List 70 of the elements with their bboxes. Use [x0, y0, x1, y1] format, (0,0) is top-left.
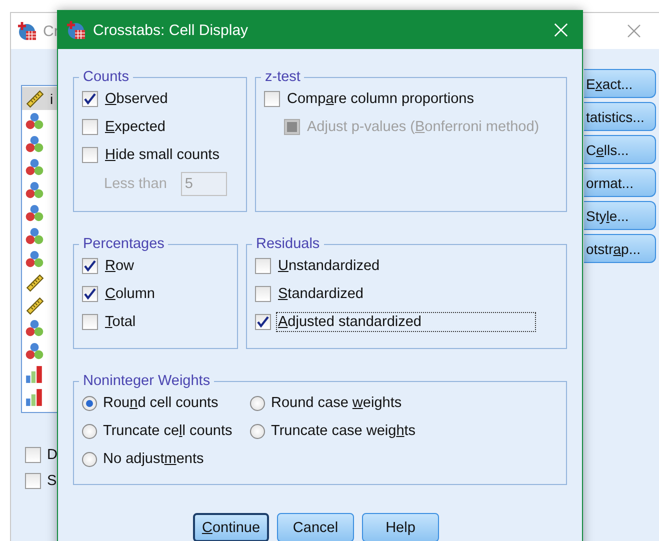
bar-chart-icon: [25, 388, 44, 407]
circles-icon: [25, 181, 44, 200]
circles-icon: [25, 227, 44, 246]
radio-button[interactable]: [250, 424, 265, 438]
radio-label: Truncate cell counts: [103, 423, 232, 439]
radio-button[interactable]: [82, 396, 97, 410]
crosstabs-icon: [66, 20, 86, 40]
continue-button[interactable]: Continue: [193, 513, 269, 541]
ruler-icon: [25, 89, 44, 108]
checkbox-label: Total: [105, 314, 136, 330]
circles-icon: [25, 342, 44, 361]
dialog-button[interactable]: Style...: [584, 201, 656, 230]
checkbox[interactable]: [264, 91, 280, 107]
group-title: Noninteger Weights: [82, 373, 212, 389]
ruler-icon: [25, 296, 44, 315]
checkbox[interactable]: [255, 286, 271, 302]
checkbox-label: Column: [105, 286, 155, 302]
checkbox[interactable]: [82, 314, 98, 330]
checkbox[interactable]: [255, 258, 271, 274]
bar-chart-icon: [25, 365, 44, 384]
dialog-title: Crosstabs: Cell Display: [93, 22, 248, 38]
close-icon[interactable]: [627, 24, 641, 38]
checkbox-label: Hide small counts: [105, 147, 220, 163]
checkbox-label: D: [47, 447, 58, 463]
dialog-button[interactable]: tatistics...: [584, 102, 656, 131]
checkbox[interactable]: [25, 447, 41, 463]
checkbox[interactable]: [255, 314, 271, 330]
checkbox-label: Compare column proportions: [287, 91, 474, 107]
checkbox-label: S: [47, 473, 57, 489]
checkbox-label: Unstandardized: [278, 258, 380, 274]
dialog-button[interactable]: Cells...: [584, 135, 656, 164]
checkbox[interactable]: [82, 147, 98, 163]
radio-button[interactable]: [250, 396, 265, 410]
circles-icon: [25, 319, 44, 338]
checkbox[interactable]: [82, 286, 98, 302]
dialog-button[interactable]: otstrap...: [584, 234, 656, 263]
radio-label: Round case weights: [271, 395, 402, 411]
dialog-button[interactable]: ormat...: [584, 168, 656, 197]
window-title: Cr: [43, 22, 59, 40]
checkbox[interactable]: [82, 119, 98, 135]
dialog-button[interactable]: Exact...: [584, 69, 656, 98]
cancel-button[interactable]: Cancel: [277, 513, 354, 541]
group-title: z-test: [264, 69, 302, 85]
radio-button[interactable]: [82, 452, 97, 466]
ruler-icon: [25, 273, 44, 292]
radio-label: No adjustments: [103, 451, 204, 467]
checkbox-label: Standardized: [278, 286, 364, 302]
circles-icon: [25, 250, 44, 269]
group-title: Counts: [82, 69, 130, 85]
radio-label: Truncate case weights: [271, 423, 416, 439]
radio-label: Round cell counts: [103, 395, 218, 411]
checkbox-label: Row: [105, 258, 134, 274]
checkbox[interactable]: [82, 258, 98, 274]
variable-name: i: [50, 90, 54, 106]
checkbox[interactable]: [25, 473, 41, 489]
circles-icon: [25, 112, 44, 131]
checkbox-label: Adjust p-values (Bonferroni method): [307, 119, 540, 135]
checkbox-label: Adjusted standardized: [278, 314, 534, 330]
circles-icon: [25, 158, 44, 177]
crosstabs-icon: [17, 21, 37, 41]
field-label: Less than: [104, 176, 167, 192]
checkbox-label: Expected: [105, 119, 166, 135]
group-title: Residuals: [255, 236, 321, 252]
checkbox[interactable]: [82, 91, 98, 107]
circles-icon: [25, 204, 44, 223]
circles-icon: [25, 135, 44, 154]
help-button[interactable]: Help: [362, 513, 439, 541]
radio-button[interactable]: [82, 424, 97, 438]
checkbox-label: Observed: [105, 91, 168, 107]
group-title: Percentages: [82, 236, 166, 252]
